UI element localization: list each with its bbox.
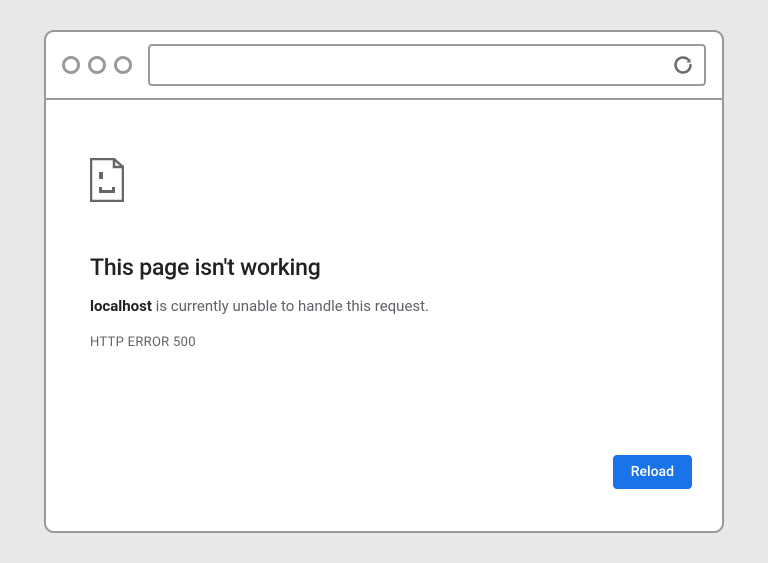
reload-button[interactable]: Reload <box>613 455 692 489</box>
minimize-window-button[interactable] <box>88 56 106 74</box>
error-host: localhost <box>90 297 152 315</box>
browser-window: This page isn't working localhost is cur… <box>44 30 724 533</box>
window-controls <box>62 56 132 74</box>
error-page-content: This page isn't working localhost is cur… <box>46 100 722 531</box>
error-title: This page isn't working <box>90 254 678 281</box>
maximize-window-button[interactable] <box>114 56 132 74</box>
sad-file-icon <box>90 158 124 202</box>
browser-toolbar <box>46 32 722 100</box>
reload-icon[interactable] <box>672 54 694 76</box>
close-window-button[interactable] <box>62 56 80 74</box>
address-bar[interactable] <box>148 44 706 86</box>
error-description-suffix: is currently unable to handle this reque… <box>152 297 429 315</box>
error-code: HTTP ERROR 500 <box>90 335 678 350</box>
error-description: localhost is currently unable to handle … <box>90 297 678 315</box>
